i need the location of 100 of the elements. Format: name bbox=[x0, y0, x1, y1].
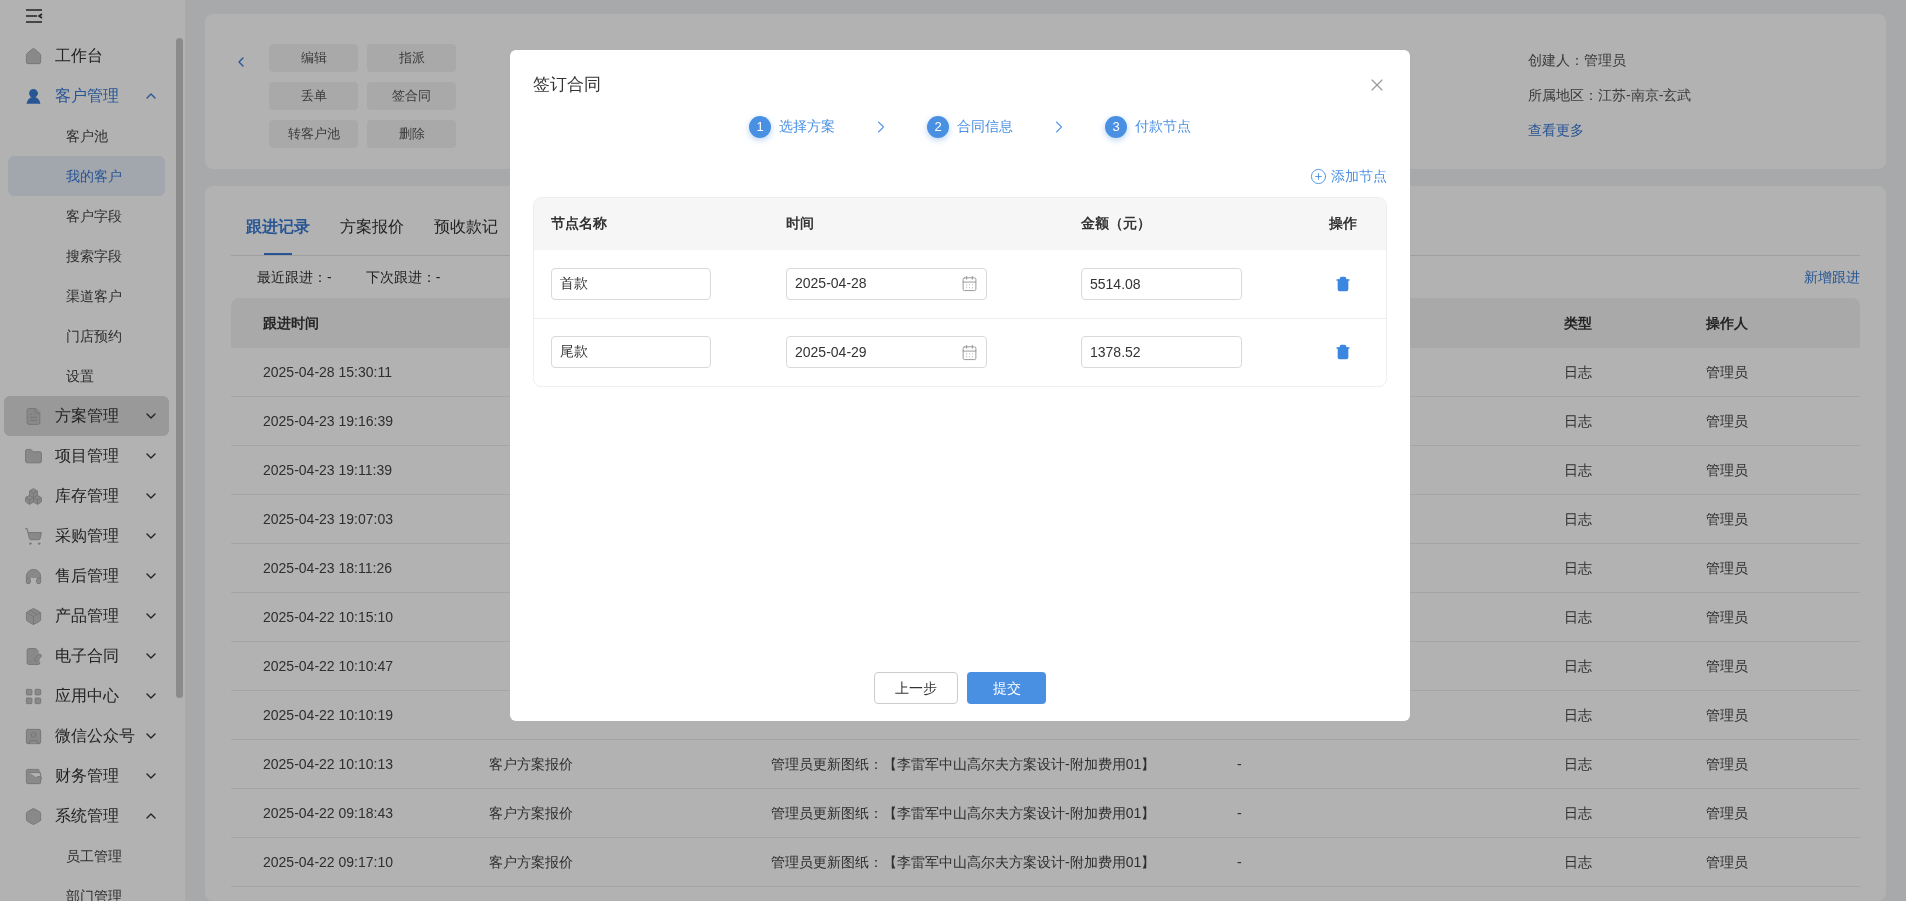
contract-icon bbox=[24, 646, 43, 666]
cart-icon bbox=[24, 526, 43, 546]
dialog-title: 签订合同 bbox=[533, 74, 601, 96]
table-cell: 管理员 bbox=[1706, 510, 1748, 527]
table-cell: 管理员 bbox=[1706, 804, 1748, 821]
table-cell: - bbox=[1237, 804, 1242, 821]
plus-circle-icon bbox=[1310, 167, 1327, 185]
profile-icon bbox=[24, 726, 43, 746]
table-cell: 管理员 bbox=[1706, 608, 1748, 625]
table-cell: 日志 bbox=[1564, 412, 1592, 429]
sidebar-menu-item[interactable]: 电子合同 bbox=[4, 636, 169, 676]
action-button[interactable]: 签合同 bbox=[367, 82, 456, 110]
add-follow-link[interactable]: 新增跟进 bbox=[1804, 266, 1860, 288]
sidebar-menu-item[interactable]: 应用中心 bbox=[4, 676, 169, 716]
sidebar-submenu-item[interactable]: 搜索字段 bbox=[8, 236, 165, 276]
sidebar-menu-item[interactable]: 工作台 bbox=[4, 36, 169, 76]
table-cell: - bbox=[1237, 853, 1242, 870]
sidebar-menu-item[interactable]: 客户管理 bbox=[4, 76, 169, 116]
table-cell-text: 2025-04-22 10:10:13 bbox=[262, 754, 394, 774]
sidebar-submenu-item[interactable]: 设置 bbox=[8, 356, 165, 396]
table-cell: 管理员更新图纸：【李雷军中山高尔夫方案设计-附加费用01】 bbox=[771, 804, 1156, 821]
table-cell: 日志 bbox=[1564, 461, 1592, 478]
sidebar-menu-item[interactable]: 售后管理 bbox=[4, 556, 169, 596]
delete-icon[interactable] bbox=[1334, 275, 1351, 292]
user-icon bbox=[24, 86, 43, 106]
home-icon bbox=[24, 46, 43, 66]
headset-icon bbox=[24, 566, 43, 586]
table-cell: 日志 bbox=[1564, 559, 1592, 576]
table-cell: 日志 bbox=[1564, 608, 1592, 625]
table-cell: 日志 bbox=[1564, 755, 1592, 772]
table-cell-text: 2025-04-22 09:17:10 bbox=[262, 852, 394, 872]
table-cell: 管理员 bbox=[1706, 363, 1748, 380]
tab[interactable]: 预收款记 bbox=[434, 199, 498, 255]
action-button[interactable]: 编辑 bbox=[269, 44, 358, 72]
wallet-icon bbox=[24, 766, 43, 786]
column-header: 跟进时间 bbox=[262, 313, 320, 333]
table-cell-text: 2025-04-22 09:18:43 bbox=[262, 803, 394, 823]
table-cell-text: 2025-04-22 10:10:47 bbox=[262, 656, 394, 676]
sidebar-submenu-item[interactable]: 员工管理 bbox=[8, 836, 165, 876]
step-item: 1 选择方案 bbox=[749, 115, 835, 138]
table-cell-text: 2025-04-23 19:16:39 bbox=[262, 411, 394, 431]
table-cell: 管理员 bbox=[1706, 412, 1748, 429]
table-cell: 管理员 bbox=[1706, 853, 1748, 870]
table-cell: 客户方案报价 bbox=[489, 755, 573, 772]
column-header: 金额（元） bbox=[1081, 214, 1152, 233]
table-cell: 客户方案报价 bbox=[489, 804, 573, 821]
table-cell: 客户方案报价 bbox=[489, 853, 573, 870]
table-cell: 管理员更新图纸：【李雷军中山高尔夫方案设计-附加费用01】 bbox=[771, 853, 1156, 870]
amount-field[interactable]: 5514.08 bbox=[1081, 267, 1242, 300]
sidebar-menu-item[interactable]: 微信公众号 bbox=[4, 716, 169, 756]
sidebar-menu-item[interactable]: 方案管理 bbox=[4, 396, 169, 436]
table-cell-text: 2025-04-23 19:07:03 bbox=[262, 509, 394, 529]
add-node-button[interactable]: 添加节点 bbox=[1310, 165, 1387, 187]
sidebar-submenu-item[interactable]: 客户字段 bbox=[8, 196, 165, 236]
sidebar-menu-item[interactable]: 项目管理 bbox=[4, 436, 169, 476]
date-field[interactable]: 2025-04-29 bbox=[786, 336, 987, 368]
sidebar-submenu-item[interactable]: 客户池 bbox=[8, 116, 165, 156]
last-follow-text: 最近跟进：- bbox=[257, 267, 332, 287]
delete-icon[interactable] bbox=[1334, 344, 1351, 360]
column-header: 时间 bbox=[786, 214, 815, 233]
creator-text: 创建人：管理员 bbox=[1528, 51, 1627, 70]
document-icon bbox=[24, 406, 43, 426]
tab[interactable]: 方案报价 bbox=[340, 199, 404, 255]
action-button[interactable]: 丢单 bbox=[269, 82, 358, 110]
menu-collapse-icon[interactable] bbox=[25, 8, 45, 24]
sidebar-submenu-item[interactable]: 门店预约 bbox=[8, 316, 165, 356]
table-cell: 日志 bbox=[1564, 363, 1592, 380]
amount-field[interactable]: 1378.52 bbox=[1081, 336, 1242, 368]
table-cell: 管理员 bbox=[1706, 461, 1748, 478]
node-name-field[interactable]: 尾款 bbox=[551, 336, 711, 368]
table-cell: 管理员 bbox=[1706, 657, 1748, 674]
next-follow-text: 下次跟进：- bbox=[365, 267, 441, 287]
table-cell: 日志 bbox=[1564, 510, 1592, 527]
hexagon-icon bbox=[24, 806, 43, 826]
date-field[interactable]: 2025-04-28 bbox=[786, 267, 987, 300]
step-item: 3 付款节点 bbox=[1105, 115, 1191, 138]
column-header: 操作 bbox=[1327, 214, 1358, 233]
sidebar-menu-item[interactable]: 财务管理 bbox=[4, 756, 169, 796]
table-cell: 管理员 bbox=[1706, 559, 1748, 576]
table-cell-text: 2025-04-28 15:30:11 bbox=[262, 362, 393, 382]
table-cell: 管理员 bbox=[1706, 755, 1748, 772]
boxes-icon bbox=[24, 486, 43, 506]
previous-step-button[interactable]: 上一步 bbox=[874, 672, 958, 704]
box-icon bbox=[24, 606, 43, 626]
table-cell-text: 2025-04-23 18:11:26 bbox=[262, 558, 393, 578]
sidebar-menu-item[interactable]: 库存管理 bbox=[4, 476, 169, 516]
view-more-link[interactable]: 查看更多 bbox=[1528, 120, 1858, 141]
action-button[interactable]: 转客户池 bbox=[269, 120, 358, 148]
sidebar-menu-item[interactable]: 产品管理 bbox=[4, 596, 169, 636]
tab[interactable]: 跟进记录 bbox=[246, 199, 310, 255]
sidebar-menu-item[interactable]: 采购管理 bbox=[4, 516, 169, 556]
scrollbar[interactable] bbox=[176, 38, 183, 698]
column-header: 操作人 bbox=[1706, 313, 1749, 333]
sidebar-menu-item[interactable]: 系统管理 bbox=[4, 796, 169, 836]
sidebar-submenu-item[interactable]: 渠道客户 bbox=[8, 276, 165, 316]
action-button[interactable]: 删除 bbox=[367, 120, 456, 148]
table-cell: 日志 bbox=[1564, 657, 1592, 674]
action-button[interactable]: 指派 bbox=[367, 44, 456, 72]
node-name-field[interactable]: 首款 bbox=[551, 267, 711, 300]
table-cell: 日志 bbox=[1564, 804, 1592, 821]
